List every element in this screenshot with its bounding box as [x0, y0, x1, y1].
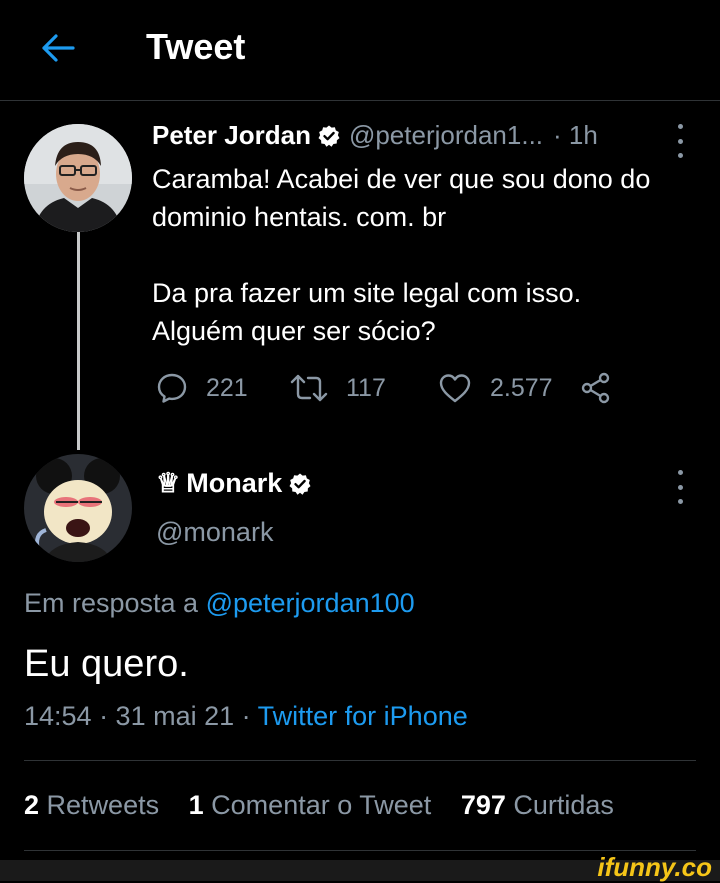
more-dot-icon — [677, 499, 683, 504]
retweets-count: 2 — [24, 790, 40, 820]
more-dot-icon — [677, 470, 683, 475]
watermark-logo: ifunny.co — [597, 852, 712, 882]
share-icon — [581, 372, 610, 404]
tweet2-more-button[interactable] — [670, 470, 690, 504]
tweet-text-line: Alguém quer ser sócio? — [152, 316, 436, 346]
divider — [24, 850, 696, 851]
tweet-time: · 1h — [553, 120, 598, 150]
author-handle[interactable]: @peterjordan1... — [349, 120, 543, 151]
share-button[interactable] — [580, 372, 630, 404]
author-handle[interactable]: @monark — [156, 517, 273, 548]
reply-count: 221 — [206, 373, 248, 402]
tweet-stats: 2 Retweets 1 Comentar o Tweet 797 Curtid… — [24, 790, 636, 821]
thread-connector-line — [77, 232, 80, 450]
avatar-peter-jordan[interactable] — [24, 124, 132, 232]
more-dot-icon — [677, 124, 683, 129]
back-button[interactable] — [36, 26, 80, 70]
retweet-button[interactable]: 117 — [290, 372, 386, 404]
likes-label: Curtidas — [513, 790, 614, 820]
reply-button[interactable]: 221 — [156, 372, 248, 404]
tweet-text-line: Da pra fazer um site legal com isso. — [152, 278, 582, 308]
verified-badge-icon — [289, 473, 311, 495]
verified-badge-icon — [318, 125, 340, 147]
tweet1-more-button[interactable] — [670, 124, 690, 158]
page-title: Tweet — [146, 26, 246, 67]
retweets-stat[interactable]: 2 Retweets — [24, 790, 159, 820]
reply-prefix: Em resposta a — [24, 588, 199, 618]
quote-label: Comentar o Tweet — [211, 790, 432, 820]
tweet-text-line: dominio hentais. com. br — [152, 202, 447, 232]
divider — [24, 760, 696, 761]
source-link[interactable]: Twitter for iPhone — [258, 701, 468, 731]
like-button[interactable]: 2.577 — [438, 372, 553, 404]
author-name[interactable]: Monark — [186, 468, 282, 499]
top-bar: Tweet — [0, 0, 720, 101]
avatar-cartoon-icon — [24, 454, 132, 562]
tweet-text-line: Caramba! Acabei de ver que sou dono do — [152, 164, 651, 194]
tweet1-header: Peter Jordan @peterjordan1... · 1h — [152, 120, 598, 151]
heart-icon — [439, 374, 471, 403]
quote-stat[interactable]: 1 Comentar o Tweet — [189, 790, 432, 820]
reply-icon — [157, 373, 187, 403]
retweet-count: 117 — [346, 373, 386, 402]
more-dot-icon — [677, 153, 683, 158]
tweet1-text: Caramba! Acabei de ver que sou dono do d… — [152, 160, 712, 350]
tweet2-header: ♕ Monark — [156, 468, 320, 499]
likes-stat[interactable]: 797 Curtidas — [461, 790, 614, 820]
likes-count: 797 — [460, 790, 506, 820]
retweets-label: Retweets — [46, 790, 160, 820]
quote-count: 1 — [188, 790, 204, 820]
tweet-metadata: 14:54 · 31 mai 21 · Twitter for iPhone — [24, 701, 468, 732]
more-dot-icon — [677, 484, 683, 490]
author-name[interactable]: Peter Jordan — [152, 120, 311, 151]
avatar-monark[interactable] — [24, 454, 132, 562]
like-count: 2.577 — [490, 373, 553, 402]
tweet2-text: Eu quero. — [24, 643, 189, 685]
reply-handle-link[interactable]: @peterjordan100 — [206, 588, 415, 618]
retweet-icon — [290, 374, 328, 402]
reply-context: Em resposta a @peterjordan100 — [24, 588, 415, 619]
tweet-timestamp: 14:54 · 31 mai 21 · — [24, 701, 251, 731]
arrow-left-icon — [42, 34, 75, 62]
avatar-photo-icon — [24, 124, 132, 232]
crown-icon: ♕ — [156, 468, 181, 498]
more-dot-icon — [677, 138, 683, 144]
